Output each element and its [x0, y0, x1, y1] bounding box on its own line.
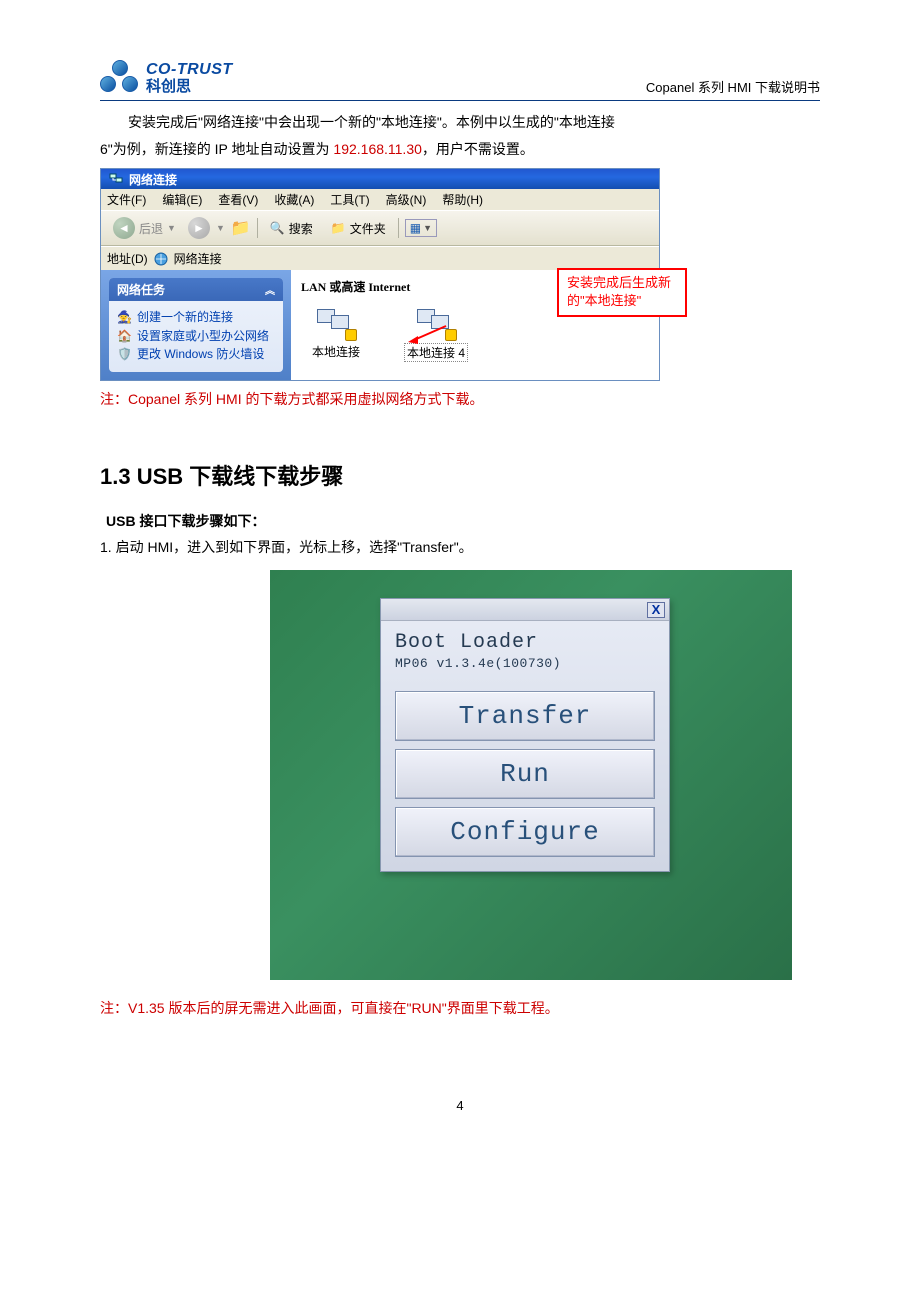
step-1: 1. 启动 HMI，进入到如下界面，光标上移，选择"Transfer"。 [100, 535, 820, 560]
wizard-icon: 🧙 [117, 310, 131, 326]
note-v135: 注：V1.35 版本后的屏无需进入此画面，可直接在"RUN"界面里下载工程。 [100, 998, 820, 1018]
logo-text-cn: 科创思 [146, 79, 233, 96]
address-label: 地址(D) [107, 250, 148, 267]
folder-icon: 📁 [331, 221, 346, 235]
connection-label: 本地连接 [312, 343, 360, 360]
dropdown-icon: ▼ [167, 223, 176, 233]
task-firewall[interactable]: 🛡️更改 Windows 防火墙设 [117, 347, 275, 363]
section-1-3-title: 1.3 USB 下载线下载步骤 [100, 459, 820, 491]
search-icon: 🔍 [270, 221, 285, 235]
search-button[interactable]: 🔍 搜索 [264, 218, 319, 239]
views-icon: ▦ [410, 221, 421, 235]
network-icon [154, 252, 168, 266]
page-number: 4 [100, 1098, 820, 1113]
xp-title-text: 网络连接 [129, 171, 177, 188]
panel-title: 网络任务 [117, 281, 165, 298]
menu-help[interactable]: 帮助(H) [442, 191, 483, 208]
xp-toolbar: ◄ 后退 ▼ ► ▼ 📁 🔍 搜索 📁 文件夹 ▦ ▼ [101, 210, 659, 246]
close-icon[interactable]: X [647, 602, 665, 618]
back-icon: ◄ [113, 217, 135, 239]
boot-loader-title: Boot Loader [395, 631, 655, 654]
back-button[interactable]: ◄ 后退 ▼ [107, 215, 182, 241]
menu-file[interactable]: 文件(F) [107, 191, 146, 208]
home-icon: 🏠 [117, 329, 131, 345]
intro-line1: 安装完成后"网络连接"中会出现一个新的"本地连接"。本例中以生成的"本地连接 [100, 109, 820, 136]
folders-button[interactable]: 📁 文件夹 [325, 218, 392, 239]
forward-button[interactable]: ► [188, 217, 210, 239]
network-icon [109, 172, 123, 186]
xp-menubar[interactable]: 文件(F) 编辑(E) 查看(V) 收藏(A) 工具(T) 高级(N) 帮助(H… [101, 189, 659, 210]
logo-text-en: CO-TRUST [146, 61, 233, 79]
shield-icon: 🛡️ [117, 347, 131, 363]
up-icon[interactable]: 📁 [231, 218, 251, 238]
dropdown-icon: ▼ [423, 223, 432, 233]
task-new-connection[interactable]: 🧙创建一个新的连接 [117, 310, 275, 326]
menu-adv[interactable]: 高级(N) [386, 191, 427, 208]
task-home-network[interactable]: 🏠设置家庭或小型办公网络 [117, 329, 275, 345]
collapse-icon[interactable]: ︽ [265, 282, 275, 297]
page-header: CO-TRUST 科创思 Copanel 系列 HMI 下载说明书 [100, 60, 820, 101]
menu-fav[interactable]: 收藏(A) [274, 191, 314, 208]
views-button[interactable]: ▦ ▼ [405, 219, 437, 237]
hmi-screenshot: X Boot Loader MP06 v1.3.4e(100730) Trans… [270, 570, 792, 980]
xp-sidebar: 网络任务 ︽ 🧙创建一个新的连接 🏠设置家庭或小型办公网络 🛡️更改 Windo… [101, 270, 291, 380]
address-value: 网络连接 [174, 250, 222, 267]
boot-loader-version: MP06 v1.3.4e(100730) [395, 656, 655, 671]
intro-line2: 6"为例，新连接的 IP 地址自动设置为 192.168.11.30，用户不需设… [100, 136, 820, 163]
dropdown-icon: ▼ [216, 223, 225, 233]
menu-edit[interactable]: 编辑(E) [162, 191, 202, 208]
document-title: Copanel 系列 HMI 下载说明书 [646, 77, 820, 96]
xp-addressbar: 地址(D) 网络连接 [101, 246, 659, 270]
callout-arrow [408, 324, 448, 344]
menu-view[interactable]: 查看(V) [218, 191, 258, 208]
transfer-button[interactable]: Transfer [395, 691, 655, 741]
callout-box: 安装完成后生成新的"本地连接" [557, 268, 687, 316]
xp-network-window: 网络连接 文件(F) 编辑(E) 查看(V) 收藏(A) 工具(T) 高级(N)… [100, 168, 660, 381]
connection-icon [317, 305, 355, 339]
boot-loader-dialog: X Boot Loader MP06 v1.3.4e(100730) Trans… [380, 598, 670, 872]
configure-button[interactable]: Configure [395, 807, 655, 857]
connection-item-1[interactable]: 本地连接 [301, 305, 371, 362]
usb-steps-heading: USB 接口下载步骤如下： [106, 511, 820, 531]
menu-tools[interactable]: 工具(T) [330, 191, 369, 208]
logo: CO-TRUST 科创思 [100, 60, 233, 96]
connection-label-selected: 本地连接 ⁠4 [404, 343, 468, 362]
ip-value: 192.168.11.30 [333, 141, 422, 157]
xp-content-area: LAN 或高速 Internet 本地连接 本地连接 ⁠4 安装完成后生成新的"… [291, 270, 659, 380]
run-button[interactable]: Run [395, 749, 655, 799]
xp-titlebar: 网络连接 [101, 169, 659, 189]
note-virtual-network: 注：Copanel 系列 HMI 的下载方式都采用虚拟网络方式下载。 [100, 389, 820, 409]
network-tasks-panel: 网络任务 ︽ 🧙创建一个新的连接 🏠设置家庭或小型办公网络 🛡️更改 Windo… [109, 278, 283, 372]
logo-icon [100, 60, 140, 96]
